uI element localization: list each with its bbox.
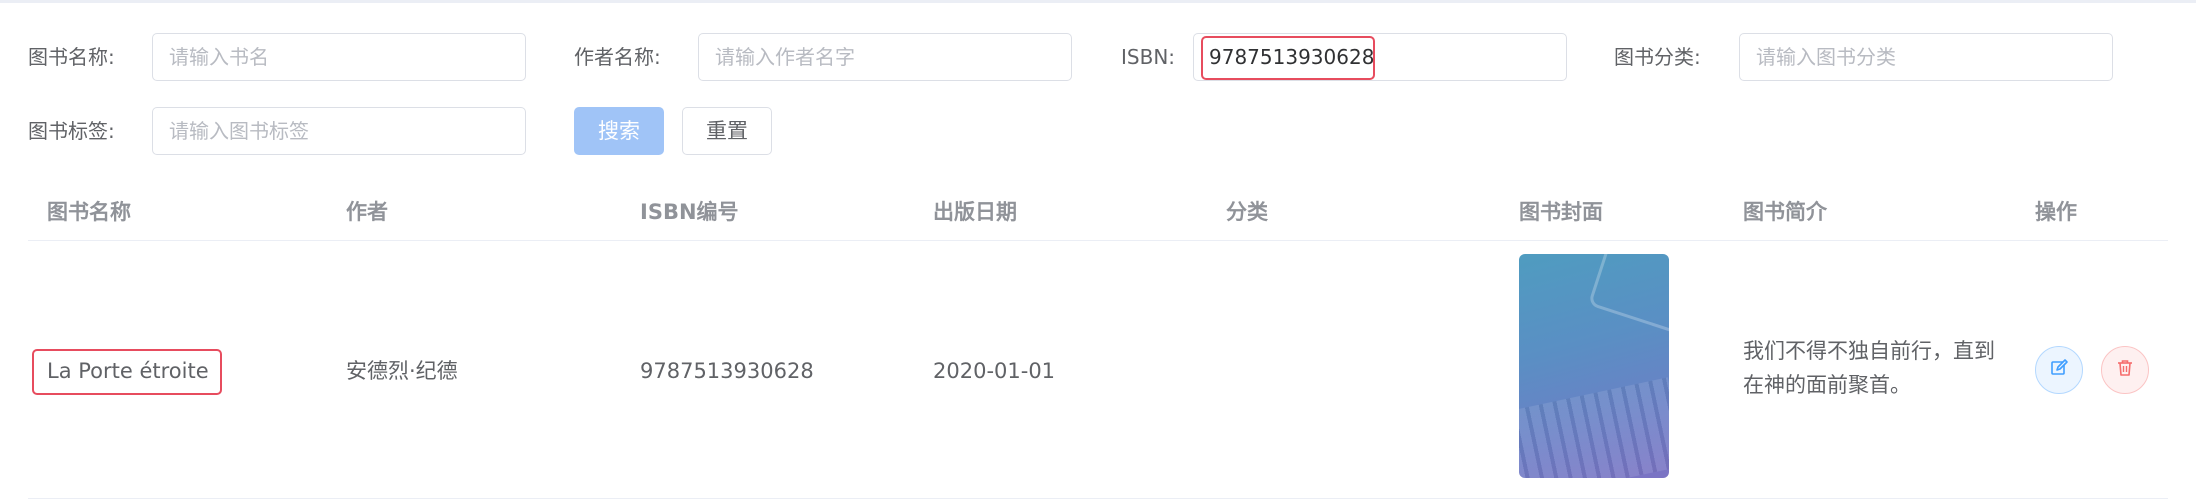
trash-icon xyxy=(2115,358,2135,382)
book-name-label: 图书名称: xyxy=(28,45,115,69)
header-cover: 图书封面 xyxy=(1519,200,1603,224)
cell-isbn: 9787513930628 xyxy=(640,359,814,383)
tag-input[interactable]: 请输入图书标签 xyxy=(152,107,526,155)
header-description: 图书简介 xyxy=(1743,200,1827,224)
book-cover-image xyxy=(1519,254,1669,478)
isbn-highlight-box xyxy=(1201,36,1375,80)
cell-author: 安德烈·纪德 xyxy=(346,359,458,383)
author-name-label: 作者名称: xyxy=(574,45,661,69)
header-divider xyxy=(28,240,2168,241)
header-book-name: 图书名称 xyxy=(47,200,131,224)
category-placeholder: 请输入图书分类 xyxy=(1756,45,1896,69)
delete-button[interactable] xyxy=(2101,346,2149,394)
edit-button[interactable] xyxy=(2035,346,2083,394)
edit-icon xyxy=(2049,358,2069,382)
row-divider xyxy=(28,498,2168,499)
header-category: 分类 xyxy=(1226,200,1268,224)
search-button[interactable]: 搜索 xyxy=(574,107,664,155)
book-name-placeholder: 请输入书名 xyxy=(169,45,269,69)
tag-label: 图书标签: xyxy=(28,119,115,143)
cell-description: 我们不得不独自前行，直到在神的面前聚首。 xyxy=(1743,339,1995,397)
author-name-input[interactable]: 请输入作者名字 xyxy=(698,33,1072,81)
reset-button[interactable]: 重置 xyxy=(682,107,772,155)
header-author: 作者 xyxy=(346,200,388,224)
isbn-label: ISBN: xyxy=(1121,45,1176,69)
cell-publish-date: 2020-01-01 xyxy=(933,359,1056,383)
book-name-input[interactable]: 请输入书名 xyxy=(152,33,526,81)
book-name-highlight-box xyxy=(32,349,222,395)
category-label: 图书分类: xyxy=(1614,45,1701,69)
top-divider xyxy=(0,0,2196,3)
header-isbn: ISBN编号 xyxy=(640,200,739,224)
header-publish-date: 出版日期 xyxy=(933,200,1017,224)
header-actions: 操作 xyxy=(2035,200,2077,224)
author-name-placeholder: 请输入作者名字 xyxy=(715,45,855,69)
tag-placeholder: 请输入图书标签 xyxy=(169,119,309,143)
category-input[interactable]: 请输入图书分类 xyxy=(1739,33,2113,81)
